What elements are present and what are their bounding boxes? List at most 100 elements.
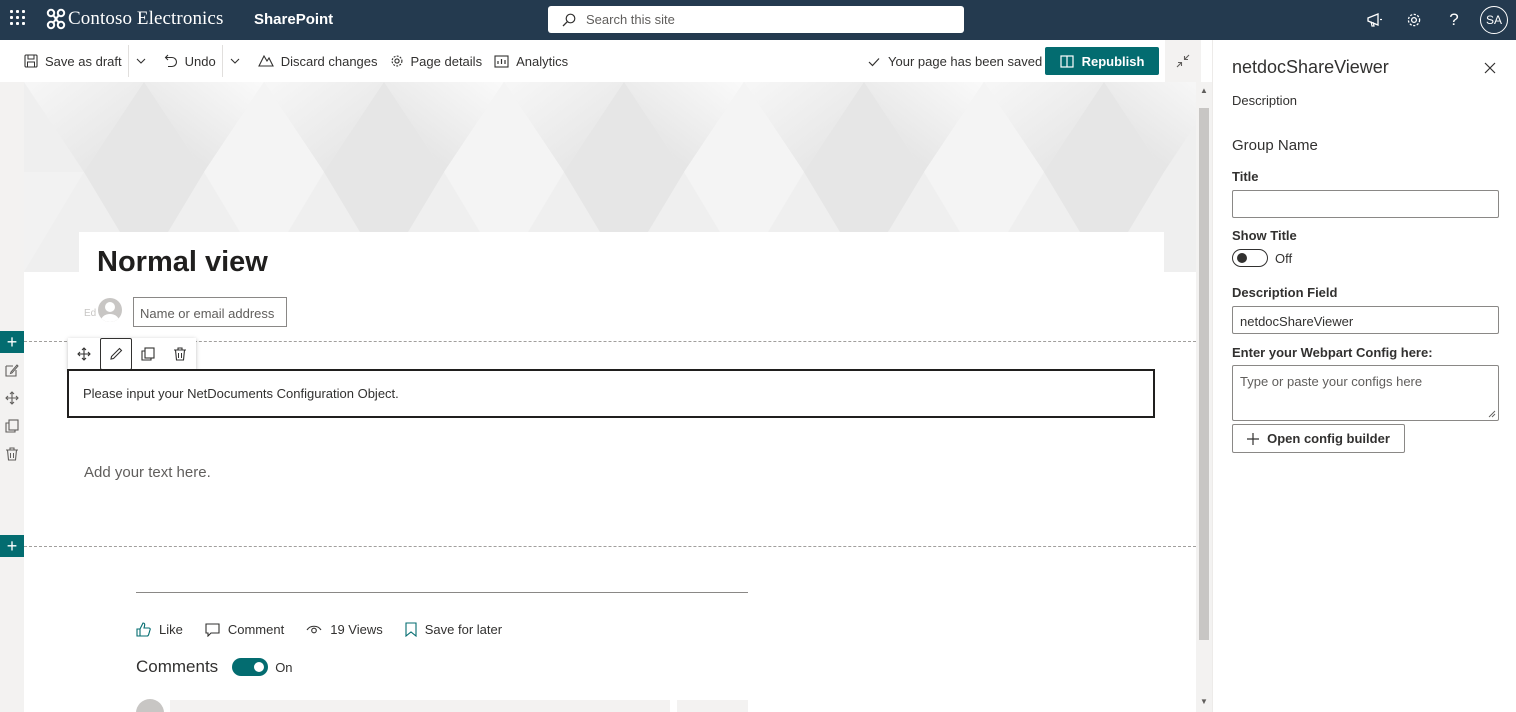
republish-label: Republish (1081, 53, 1145, 69)
undo-label: Undo (184, 53, 216, 69)
add-section-button[interactable]: + (0, 331, 24, 353)
comments-toggle[interactable] (232, 658, 269, 676)
page-details-button[interactable]: Page details (384, 45, 489, 77)
title-field[interactable] (1232, 190, 1499, 218)
chevron-down-icon (136, 58, 146, 64)
discard-icon (257, 54, 274, 67)
analytics-button[interactable]: Analytics (488, 45, 574, 77)
show-title-toggle[interactable] (1232, 249, 1268, 267)
undo-icon (164, 54, 177, 68)
title-field-label: Title (1232, 169, 1259, 184)
comments-heading: Comments (136, 657, 219, 676)
scroll-thumb[interactable] (1199, 108, 1209, 640)
config-placeholder: Type or paste your configs here (1240, 374, 1423, 389)
comment-label: Comment (227, 622, 285, 637)
page-canvas: Normal view Ed Name or email address Ple… (24, 82, 1196, 712)
brand[interactable]: Contoso Electronics (46, 8, 223, 30)
plus-icon: + (6, 536, 18, 556)
move-section-icon[interactable] (4, 390, 20, 406)
property-pane: netdocShareViewer Description Group Name… (1212, 40, 1516, 712)
open-config-builder-label: Open config builder (1267, 431, 1390, 446)
delete-webpart-icon[interactable] (164, 338, 196, 370)
discard-changes-button[interactable]: Discard changes (252, 45, 384, 77)
like-label: Like (159, 622, 183, 637)
netdocuments-webpart[interactable]: Please input your NetDocuments Configura… (67, 369, 1155, 418)
brand-name: Contoso Electronics (68, 8, 224, 29)
save-icon (24, 54, 38, 68)
save-for-later-button[interactable]: Save for later (405, 622, 502, 637)
book-icon (1059, 54, 1074, 68)
megaphone-icon[interactable] (1354, 0, 1394, 40)
delete-section-icon[interactable] (4, 446, 20, 462)
add-section-button[interactable]: + (0, 535, 24, 557)
plus-icon: + (6, 332, 18, 352)
edit-section-icon[interactable] (4, 362, 20, 378)
save-status: Your page has been saved (868, 54, 1042, 69)
open-config-builder-button[interactable]: Open config builder (1232, 424, 1405, 453)
bookmark-icon (405, 622, 417, 637)
title-area: Normal view (79, 232, 1164, 352)
help-icon[interactable]: ? (1434, 0, 1474, 40)
pane-title: netdocShareViewer (1232, 57, 1389, 77)
text-webpart-placeholder[interactable]: Add your text here. (84, 464, 211, 481)
save-for-later-label: Save for later (424, 622, 503, 637)
group-name-heading: Group Name (1232, 137, 1318, 154)
page-title[interactable]: Normal view (97, 246, 268, 279)
description-field[interactable]: netdocShareViewer (1232, 306, 1499, 334)
gear-icon[interactable] (1394, 0, 1434, 40)
edit-webpart-icon[interactable] (100, 338, 132, 370)
views-count: 19 Views (306, 622, 383, 637)
config-field-label: Enter your Webpart Config here: (1232, 345, 1433, 360)
show-title-label: Show Title (1232, 228, 1297, 243)
app-launcher-icon[interactable] (10, 10, 26, 26)
search-icon (562, 13, 576, 26)
social-divider (136, 592, 748, 593)
gear-icon (391, 55, 402, 67)
page-details-label: Page details (410, 53, 483, 69)
show-title-state: Off (1275, 251, 1293, 266)
analytics-label: Analytics (516, 53, 569, 69)
move-webpart-icon[interactable] (68, 338, 100, 370)
save-as-draft-label: Save as draft (45, 53, 122, 69)
webpart-message: Please input your NetDocuments Configura… (83, 386, 399, 401)
undo-options-chevron[interactable] (221, 45, 248, 77)
scroll-down-icon[interactable]: ▼ (1200, 698, 1208, 706)
author-ghost-text: Ed (84, 308, 97, 319)
author-avatar (98, 298, 122, 322)
duplicate-webpart-icon[interactable] (132, 338, 164, 370)
pane-description: Description (1232, 93, 1298, 108)
section-divider (24, 546, 1196, 547)
collapse-icon (1176, 54, 1190, 68)
canvas-scrollbar[interactable]: ▲ ▼ (1196, 82, 1212, 712)
scroll-up-icon[interactable]: ▲ (1200, 87, 1208, 95)
app-name[interactable]: SharePoint (254, 11, 333, 28)
search-placeholder: Search this site (586, 12, 675, 27)
section-divider (24, 341, 1196, 342)
comment-icon (205, 622, 220, 637)
like-button[interactable]: Like (136, 622, 183, 637)
author-name-input[interactable]: Name or email address (133, 297, 287, 327)
checkmark-icon (868, 57, 880, 66)
eye-icon (306, 625, 322, 633)
user-avatar[interactable]: SA (1480, 6, 1508, 34)
duplicate-section-icon[interactable] (4, 418, 20, 434)
contoso-logo-icon (46, 8, 66, 30)
search-box[interactable]: Search this site (548, 6, 964, 33)
suite-bar: Contoso Electronics SharePoint Search th… (0, 0, 1516, 40)
collapse-pane-button[interactable] (1165, 40, 1201, 82)
post-comment-button[interactable] (677, 700, 748, 712)
save-options-chevron[interactable] (127, 45, 154, 77)
comment-button[interactable]: Comment (205, 622, 284, 637)
comments-toggle-state: On (275, 659, 293, 675)
commenter-avatar (136, 699, 164, 712)
save-as-draft-button[interactable]: Save as draft (18, 45, 128, 77)
republish-button[interactable]: Republish (1045, 47, 1159, 75)
section-rail: + + (0, 82, 24, 712)
comment-input[interactable] (170, 700, 670, 712)
chevron-down-icon (230, 58, 240, 64)
config-textarea[interactable]: Type or paste your configs here (1232, 365, 1499, 421)
resize-grip-icon[interactable] (1488, 410, 1496, 418)
undo-button[interactable]: Undo (158, 45, 222, 77)
close-icon[interactable] (1482, 60, 1498, 76)
save-status-text: Your page has been saved (888, 54, 1043, 69)
